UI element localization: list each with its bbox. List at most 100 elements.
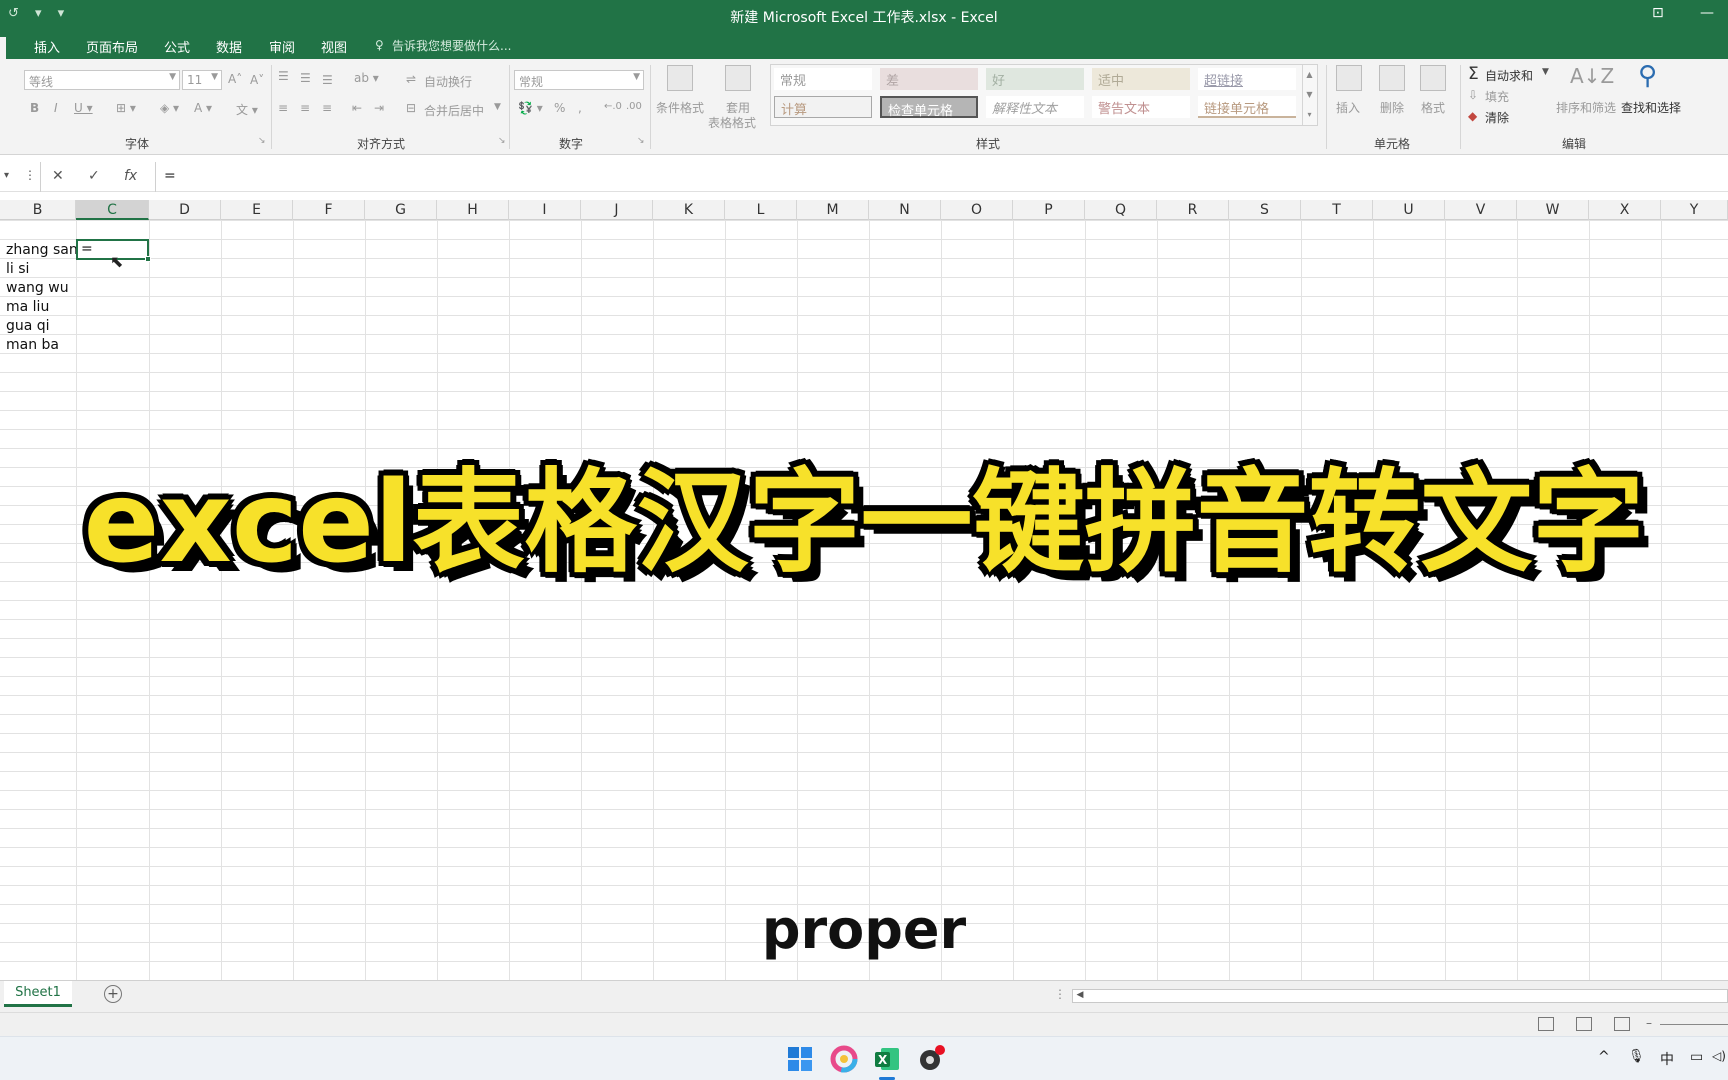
- column-header[interactable]: B: [0, 200, 76, 220]
- column-header[interactable]: G: [365, 200, 437, 220]
- ribbon-display-icon[interactable]: ⊡: [1652, 5, 1664, 21]
- style-good[interactable]: 好: [986, 68, 1084, 90]
- increase-decimal-icon[interactable]: ←.0: [604, 101, 622, 112]
- column-header[interactable]: E: [221, 200, 293, 220]
- network-icon[interactable]: ▭: [1690, 1049, 1703, 1065]
- fill-handle[interactable]: [145, 256, 151, 262]
- bold-icon[interactable]: B: [30, 101, 39, 115]
- align-middle-icon[interactable]: ☰: [300, 71, 311, 85]
- align-top-icon[interactable]: ☰: [278, 69, 289, 83]
- format-cells-icon[interactable]: [1420, 65, 1446, 91]
- orientation-icon[interactable]: ab ▾: [354, 71, 379, 85]
- column-header[interactable]: M: [797, 200, 869, 220]
- dialog-launcher-icon[interactable]: ↘: [637, 136, 645, 146]
- decrease-indent-icon[interactable]: ⇤: [352, 101, 362, 115]
- comma-icon[interactable]: ,: [578, 101, 582, 115]
- border-icon[interactable]: ⊞ ▾: [116, 101, 136, 115]
- font-size-select[interactable]: 11 ▼: [182, 70, 222, 90]
- tab-page-layout[interactable]: 页面布局: [86, 37, 138, 56]
- find-select-button[interactable]: 查找和选择: [1621, 99, 1681, 116]
- style-calculation[interactable]: 计算: [774, 96, 872, 118]
- fill-button[interactable]: 填充: [1485, 88, 1509, 105]
- excel-app-icon[interactable]: X: [873, 1045, 901, 1073]
- column-header[interactable]: H: [437, 200, 509, 220]
- style-hyperlink[interactable]: 超链接: [1198, 68, 1296, 90]
- wrap-text-button[interactable]: 自动换行: [424, 73, 472, 90]
- cell-b6[interactable]: gua qi: [6, 318, 50, 334]
- increase-indent-icon[interactable]: ⇥: [374, 101, 384, 115]
- formula-input[interactable]: =: [155, 162, 1728, 192]
- zoom-out-icon[interactable]: –: [1646, 1016, 1652, 1030]
- insert-cells-icon[interactable]: [1336, 65, 1362, 91]
- tab-home-edge[interactable]: [0, 37, 6, 59]
- column-header-selected[interactable]: C: [76, 200, 149, 220]
- column-header[interactable]: O: [941, 200, 1013, 220]
- merge-center-button[interactable]: 合并后居中: [424, 102, 484, 119]
- name-box-dropdown-icon[interactable]: ▾: [4, 170, 9, 181]
- cancel-entry-button[interactable]: ✕: [52, 168, 64, 184]
- insert-function-button[interactable]: fx: [124, 168, 137, 184]
- cell-b7[interactable]: man ba: [6, 337, 59, 353]
- minimize-icon[interactable]: —: [1700, 5, 1714, 21]
- align-bottom-icon[interactable]: ☰: [322, 73, 333, 87]
- windows-start-icon[interactable]: [786, 1045, 814, 1073]
- dialog-launcher-icon[interactable]: ↘: [498, 136, 506, 146]
- page-layout-view-icon[interactable]: [1576, 1017, 1592, 1031]
- column-header[interactable]: I: [509, 200, 581, 220]
- ime-indicator[interactable]: 中: [1660, 1049, 1674, 1069]
- number-format-select[interactable]: 常规 ▼: [514, 70, 644, 90]
- confirm-entry-button[interactable]: ✓: [88, 168, 100, 184]
- tray-chevron-icon[interactable]: ^: [1598, 1049, 1610, 1065]
- font-color-icon[interactable]: A ▾: [194, 101, 212, 115]
- column-header[interactable]: U: [1373, 200, 1445, 220]
- tab-insert[interactable]: 插入: [34, 37, 60, 56]
- column-header[interactable]: R: [1157, 200, 1229, 220]
- volume-icon[interactable]: ◁): [1712, 1049, 1726, 1063]
- sort-filter-button[interactable]: 排序和筛选: [1556, 99, 1616, 116]
- column-header[interactable]: W: [1517, 200, 1589, 220]
- chevron-down-icon[interactable]: ▼: [1542, 67, 1549, 77]
- column-header[interactable]: K: [653, 200, 725, 220]
- font-shrink-icon[interactable]: A˅: [250, 73, 264, 87]
- percent-icon[interactable]: %: [554, 101, 565, 115]
- recorder-app-icon[interactable]: [917, 1045, 945, 1073]
- conditional-format-icon[interactable]: [667, 65, 693, 91]
- format-cells-button[interactable]: 格式: [1421, 99, 1445, 116]
- autosum-button[interactable]: 自动求和: [1485, 67, 1533, 84]
- align-right-icon[interactable]: ≡: [322, 101, 332, 115]
- find-search-icon[interactable]: ⚲: [1638, 61, 1657, 91]
- style-check-cell[interactable]: 检查单元格: [880, 96, 978, 119]
- column-header[interactable]: N: [869, 200, 941, 220]
- zoom-slider[interactable]: [1660, 1024, 1728, 1025]
- table-format-icon[interactable]: [725, 65, 751, 91]
- align-center-icon[interactable]: ≡: [300, 101, 310, 115]
- dialog-launcher-icon[interactable]: ↘: [258, 136, 266, 146]
- cell-b4[interactable]: wang wu: [6, 280, 69, 296]
- font-name-select[interactable]: 等线 ▼: [24, 70, 180, 90]
- delete-cells-button[interactable]: 删除: [1380, 99, 1404, 116]
- cell-b5[interactable]: ma liu: [6, 299, 49, 315]
- column-header[interactable]: Q: [1085, 200, 1157, 220]
- column-header[interactable]: L: [725, 200, 797, 220]
- cell-b3[interactable]: li si: [6, 261, 29, 277]
- style-bad[interactable]: 差: [880, 68, 978, 90]
- conditional-format-button[interactable]: 条件格式: [656, 99, 704, 116]
- microphone-icon[interactable]: 🎙: [1628, 1049, 1645, 1064]
- tab-formulas[interactable]: 公式: [164, 37, 190, 56]
- style-linked-cell[interactable]: 链接单元格: [1198, 96, 1296, 118]
- splitter-handle-icon[interactable]: ⋮: [1054, 987, 1066, 1001]
- gallery-scroll[interactable]: ▲ ▼ ▾: [1302, 65, 1316, 125]
- column-header[interactable]: V: [1445, 200, 1517, 220]
- scroll-left-icon[interactable]: ◀: [1073, 990, 1087, 1002]
- column-header[interactable]: F: [293, 200, 365, 220]
- decrease-decimal-icon[interactable]: .00: [626, 101, 642, 112]
- table-format-label-2[interactable]: 表格格式: [708, 114, 756, 131]
- style-normal[interactable]: 常规: [774, 68, 872, 90]
- style-neutral[interactable]: 适中: [1092, 68, 1190, 90]
- font-grow-icon[interactable]: A˄: [228, 72, 242, 86]
- tab-view[interactable]: 视图: [321, 37, 347, 56]
- column-header[interactable]: D: [149, 200, 221, 220]
- worksheet-grid[interactable]: [0, 220, 1728, 980]
- clear-button[interactable]: 清除: [1485, 109, 1509, 126]
- accounting-icon[interactable]: 💱 ▾: [518, 101, 543, 115]
